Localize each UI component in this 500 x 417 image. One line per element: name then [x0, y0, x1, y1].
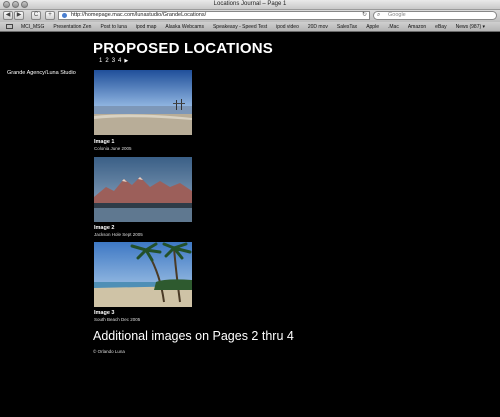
bookmark-item[interactable]: Alaska Webcams: [165, 24, 204, 30]
photo-south-beach[interactable]: [94, 242, 192, 307]
search-field[interactable]: ⌕ Google: [373, 11, 497, 20]
bookmark-item[interactable]: ipod video: [276, 24, 299, 30]
copyright-notice: © Orlando Luna: [93, 349, 125, 354]
site-icon: [62, 13, 67, 18]
page-title: PROPOSED LOCATIONS: [93, 40, 274, 57]
additional-images-note: Additional images on Pages 2 thru 4: [93, 329, 294, 343]
browser-toolbar: ◀ ▶ C + http://homepage.mac.com/lunastud…: [0, 10, 500, 22]
page-link-4[interactable]: 4: [118, 58, 121, 64]
address-url: http://homepage.mac.com/lunastudio/Grand…: [71, 12, 207, 18]
page-link-2[interactable]: 2: [105, 58, 108, 64]
mountain-photo-image: [94, 157, 192, 222]
image-2-title: Image 2: [94, 225, 115, 231]
next-page-icon[interactable]: ▶: [124, 58, 128, 64]
page-link-3[interactable]: 3: [112, 58, 115, 64]
window-titlebar: Locations Journal – Page 1: [0, 0, 500, 10]
image-3-title: Image 3: [94, 310, 115, 316]
refresh-icon[interactable]: ↻: [362, 12, 367, 19]
bookmarks-book-icon[interactable]: [6, 24, 13, 29]
bookmark-item[interactable]: eBay: [435, 24, 446, 30]
bookmark-item[interactable]: ipod map: [136, 24, 157, 30]
bookmark-item[interactable]: Amazon: [408, 24, 426, 30]
address-bar[interactable]: http://homepage.mac.com/lunastudio/Grand…: [58, 11, 370, 20]
image-1-subtitle: Colonia June 2005: [94, 146, 132, 151]
image-3-subtitle: South Beach Dec 2005: [94, 317, 141, 322]
bookmark-item[interactable]: Speakeasy - Speed Test: [213, 24, 267, 30]
bookmark-item[interactable]: MCI_MSG: [21, 24, 44, 30]
pagination: 1 2 3 4 ▶: [99, 58, 128, 64]
reload-button[interactable]: C: [31, 11, 41, 20]
bookmark-item[interactable]: News (987) ▾: [456, 24, 485, 30]
add-bookmark-button[interactable]: +: [45, 11, 55, 20]
search-icon: ⌕: [377, 12, 381, 18]
beach-photo-image: [94, 70, 192, 135]
image-1-title: Image 1: [94, 139, 115, 145]
web-page: PROPOSED LOCATIONS 1 2 3 4 ▶ Grande Agen…: [0, 33, 500, 417]
studio-link[interactable]: Grande Agency/Luna Studio: [7, 70, 76, 76]
bookmark-item[interactable]: 20D mov: [308, 24, 328, 30]
photo-colonia[interactable]: [94, 70, 192, 135]
image-2-subtitle: Jackson Hole Sept 2005: [94, 232, 143, 237]
bookmark-item[interactable]: Apple: [366, 24, 379, 30]
back-button[interactable]: ◀: [3, 11, 13, 20]
window-title: Locations Journal – Page 1: [213, 1, 287, 7]
photo-jackson-hole[interactable]: [94, 157, 192, 222]
bookmarks-bar: MCI_MSG Presentation Zen Post to luna ip…: [0, 22, 500, 32]
search-placeholder: Google: [388, 12, 406, 18]
bookmark-item[interactable]: .Mac: [388, 24, 399, 30]
forward-button[interactable]: ▶: [14, 11, 24, 20]
bookmark-item[interactable]: Presentation Zen: [53, 24, 91, 30]
page-link-1[interactable]: 1: [99, 58, 102, 64]
bookmark-item[interactable]: Post to luna: [100, 24, 126, 30]
bookmark-item[interactable]: SalesTax: [337, 24, 357, 30]
palm-beach-photo-image: [94, 242, 192, 307]
